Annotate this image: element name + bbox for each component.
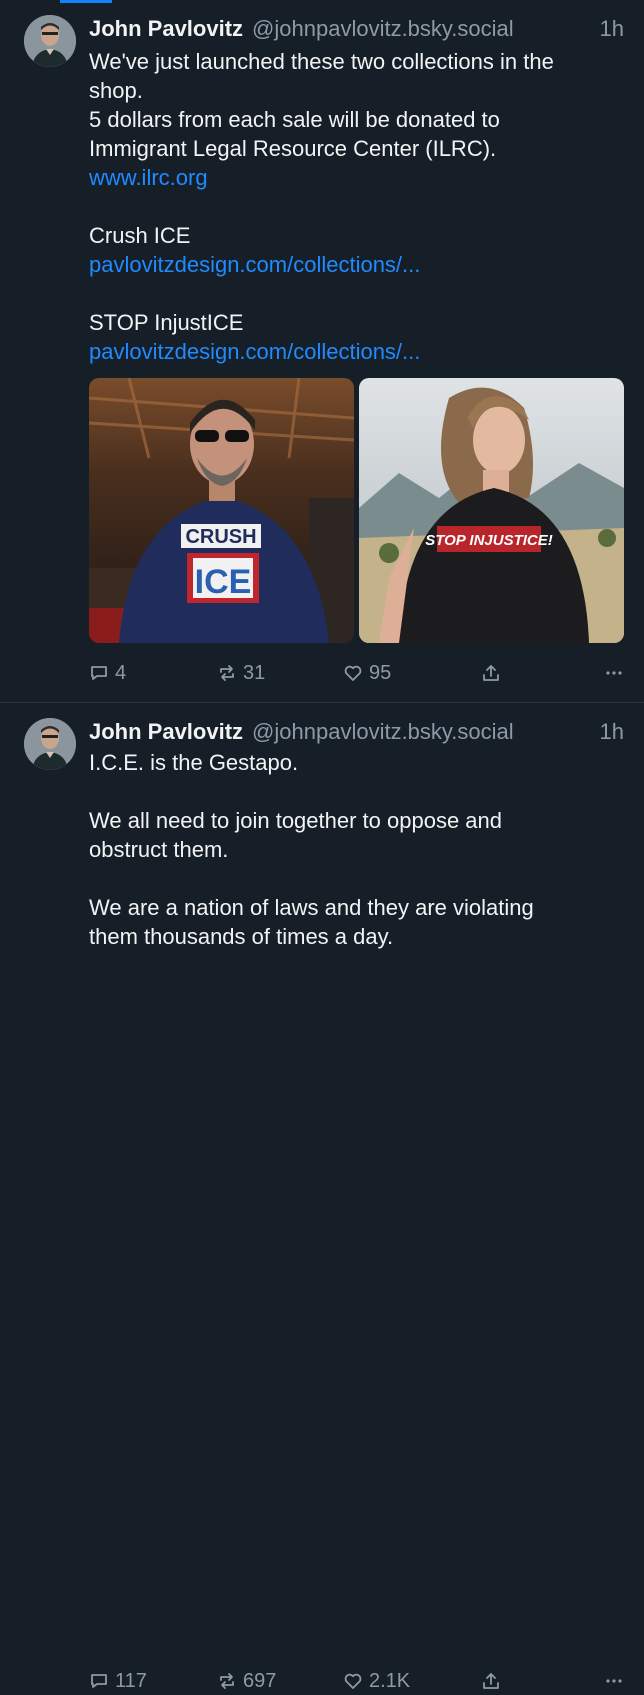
crush-text: CRUSH [185,526,256,548]
avatar[interactable] [24,718,76,770]
reply-button[interactable]: 4 [89,662,126,685]
ice-text: ICE [195,563,252,601]
post-header: John Pavlovitz @johnpavlovitz.bsky.socia… [89,14,624,44]
repost-count: 697 [243,1669,277,1692]
post-time[interactable]: 1h [600,719,624,745]
text-line: them thousands of times a day. [89,924,394,949]
post-2[interactable]: John Pavlovitz @johnpavlovitz.bsky.socia… [0,703,644,1692]
like-count: 2.1K [369,1669,411,1692]
author-name[interactable]: John Pavlovitz [89,719,243,745]
post-time[interactable]: 1h [600,16,624,42]
post-text: We've just launched these two collection… [89,47,630,366]
more-options-button[interactable] [604,1671,624,1691]
text-line: 5 dollars from each sale will be donated… [89,107,500,132]
share-button[interactable] [481,663,501,683]
text-line: We all need to join together to oppose a… [89,808,503,833]
like-count: 95 [369,661,392,684]
ilrc-link[interactable]: www.ilrc.org [89,163,630,192]
repost-arrows-icon [220,1673,234,1689]
speech-bubble-icon [91,1674,107,1688]
author-handle[interactable]: @johnpavlovitz.bsky.social [252,16,514,42]
text-line: obstruct them. [89,837,229,862]
text-line: We've just launched these two collection… [89,49,554,74]
repost-count: 31 [243,661,266,684]
stop-injustice-title: STOP InjustICE [89,310,244,335]
stop-injustice-link[interactable]: pavlovitzdesign.com/collections/... [89,337,630,366]
reply-count: 117 [115,1669,147,1692]
crush-ice-shirt-image[interactable]: CRUSH ICE [89,378,354,643]
stop-injustice-text: STOP INJUSTICE! [425,532,553,549]
avatar[interactable] [24,15,76,67]
share-upload-icon [483,665,499,681]
ellipsis-icon [606,1679,622,1683]
ellipsis-icon [606,671,622,675]
author-name[interactable]: John Pavlovitz [89,16,243,42]
share-button[interactable] [481,1671,501,1691]
author-handle[interactable]: @johnpavlovitz.bsky.social [252,719,514,745]
text-line: shop. [89,78,143,103]
text-line: Immigrant Legal Resource Center (ILRC). [89,136,497,161]
crush-ice-link[interactable]: pavlovitzdesign.com/collections/... [89,250,630,279]
reply-button[interactable]: 117 [89,1670,147,1693]
post-actions: 4 31 95 [89,659,624,687]
post-1[interactable]: John Pavlovitz @johnpavlovitz.bsky.socia… [0,0,644,703]
repost-button[interactable]: 31 [217,662,265,685]
repost-button[interactable]: 697 [217,1670,276,1693]
share-upload-icon [483,1673,499,1689]
post-actions: 117 697 2.1K [89,1667,624,1695]
crush-ice-title: Crush ICE [89,223,191,248]
stop-injustice-shirt-image[interactable]: STOP INJUSTICE! [359,378,624,643]
heart-icon [344,665,362,681]
post-header: John Pavlovitz @johnpavlovitz.bsky.socia… [89,717,624,747]
speech-bubble-icon [91,666,107,680]
repost-arrows-icon [220,665,234,681]
heart-icon [344,1673,362,1689]
text-line: I.C.E. is the Gestapo. [89,750,299,775]
like-button[interactable]: 2.1K [343,1670,410,1693]
reply-count: 4 [115,661,127,684]
text-line: We are a nation of laws and they are vio… [89,895,534,920]
more-options-button[interactable] [604,663,624,683]
post-text: I.C.E. is the Gestapo. We all need to jo… [89,748,630,951]
like-button[interactable]: 95 [343,662,391,685]
post-images: CRUSH ICE STOP INJUSTICE! [89,378,625,643]
